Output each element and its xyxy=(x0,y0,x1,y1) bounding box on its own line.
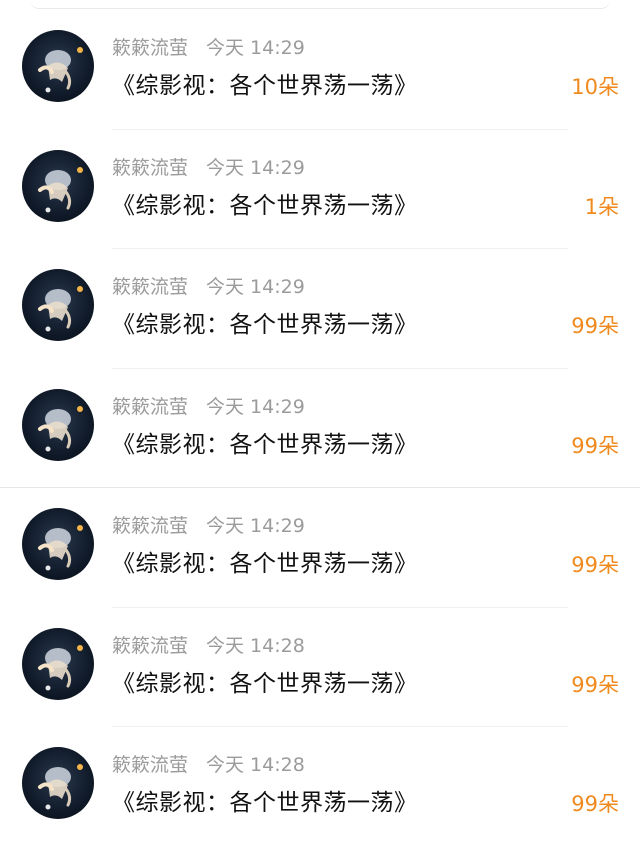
meta-line: 簌簌流萤 今天 14:29 xyxy=(112,37,305,59)
flower-count: 1朵 xyxy=(584,194,619,219)
flower-count: 99朵 xyxy=(571,672,619,697)
username[interactable]: 簌簌流萤 xyxy=(112,157,188,179)
avatar-image xyxy=(38,166,83,212)
avatar-image xyxy=(38,47,83,93)
meta-line: 簌簌流萤 今天 14:29 xyxy=(112,396,305,418)
meta-line: 簌簌流萤 今天 14:29 xyxy=(112,515,305,537)
list-item[interactable]: 簌簌流萤 今天 14:28 《综影视：各个世界荡一荡》 99朵 xyxy=(0,727,640,847)
timestamp: 今天 14:29 xyxy=(206,276,305,298)
avatar[interactable] xyxy=(22,747,94,819)
flower-count: 99朵 xyxy=(571,792,619,816)
list-item[interactable]: 簌簌流萤 今天 14:29 《综影视：各个世界荡一荡》 99朵 xyxy=(0,488,640,608)
book-title[interactable]: 《综影视：各个世界荡一荡》 xyxy=(112,191,418,221)
timestamp: 今天 14:28 xyxy=(206,754,305,776)
list-item[interactable]: 簌簌流萤 今天 14:28 《综影视：各个世界荡一荡》 99朵 xyxy=(0,608,640,727)
avatar-image xyxy=(38,286,83,332)
timestamp: 今天 14:29 xyxy=(206,395,305,418)
avatar[interactable] xyxy=(22,269,94,341)
meta-line: 簌簌流萤 今天 14:29 xyxy=(112,157,305,179)
avatar[interactable] xyxy=(22,627,94,700)
timestamp: 今天 14:29 xyxy=(206,37,305,59)
username[interactable]: 簌簌流萤 xyxy=(112,754,188,776)
book-title[interactable]: 《综影视：各个世界荡一荡》 xyxy=(112,788,418,818)
timestamp: 今天 14:29 xyxy=(206,156,305,179)
avatar-image xyxy=(38,525,83,571)
meta-line: 簌簌流萤 今天 14:29 xyxy=(112,276,305,298)
book-title[interactable]: 《综影视：各个世界荡一荡》 xyxy=(112,549,418,579)
avatar-image xyxy=(38,764,83,810)
flower-count: 10朵 xyxy=(571,75,619,99)
book-title[interactable]: 《综影视：各个世界荡一荡》 xyxy=(112,430,418,460)
avatar[interactable] xyxy=(22,508,94,580)
book-title[interactable]: 《综影视：各个世界荡一荡》 xyxy=(112,669,418,699)
list-item[interactable]: 簌簌流萤 今天 14:29 《综影视：各个世界荡一荡》 99朵 xyxy=(0,249,640,369)
timestamp: 今天 14:29 xyxy=(206,515,305,537)
timestamp: 今天 14:28 xyxy=(206,634,305,657)
avatar[interactable] xyxy=(22,149,94,222)
username[interactable]: 簌簌流萤 xyxy=(112,37,188,59)
book-title[interactable]: 《综影视：各个世界荡一荡》 xyxy=(112,71,418,101)
flower-count: 99朵 xyxy=(571,314,619,338)
flower-count: 99朵 xyxy=(571,553,619,577)
avatar-image xyxy=(38,644,83,690)
avatar[interactable] xyxy=(22,388,94,461)
username[interactable]: 簌簌流萤 xyxy=(112,515,188,537)
gift-record-list: 簌簌流萤 今天 14:29 《综影视：各个世界荡一荡》 10朵 簌簌流萤 今天 14… xyxy=(0,10,640,847)
list-item[interactable]: 簌簌流萤 今天 14:29 《综影视：各个世界荡一荡》 1朵 xyxy=(0,130,640,249)
username[interactable]: 簌簌流萤 xyxy=(112,276,188,298)
avatar-image xyxy=(38,405,83,451)
previous-card-edge xyxy=(30,0,610,9)
username[interactable]: 簌簌流萤 xyxy=(112,635,188,657)
book-title[interactable]: 《综影视：各个世界荡一荡》 xyxy=(112,310,418,340)
flower-count: 99朵 xyxy=(571,433,619,458)
username[interactable]: 簌簌流萤 xyxy=(112,396,188,418)
avatar[interactable] xyxy=(22,30,94,102)
meta-line: 簌簌流萤 今天 14:28 xyxy=(112,754,305,776)
list-item[interactable]: 簌簌流萤 今天 14:29 《综影视：各个世界荡一荡》 99朵 xyxy=(0,369,640,488)
list-item[interactable]: 簌簌流萤 今天 14:29 《综影视：各个世界荡一荡》 10朵 xyxy=(0,10,640,130)
meta-line: 簌簌流萤 今天 14:28 xyxy=(112,635,305,657)
